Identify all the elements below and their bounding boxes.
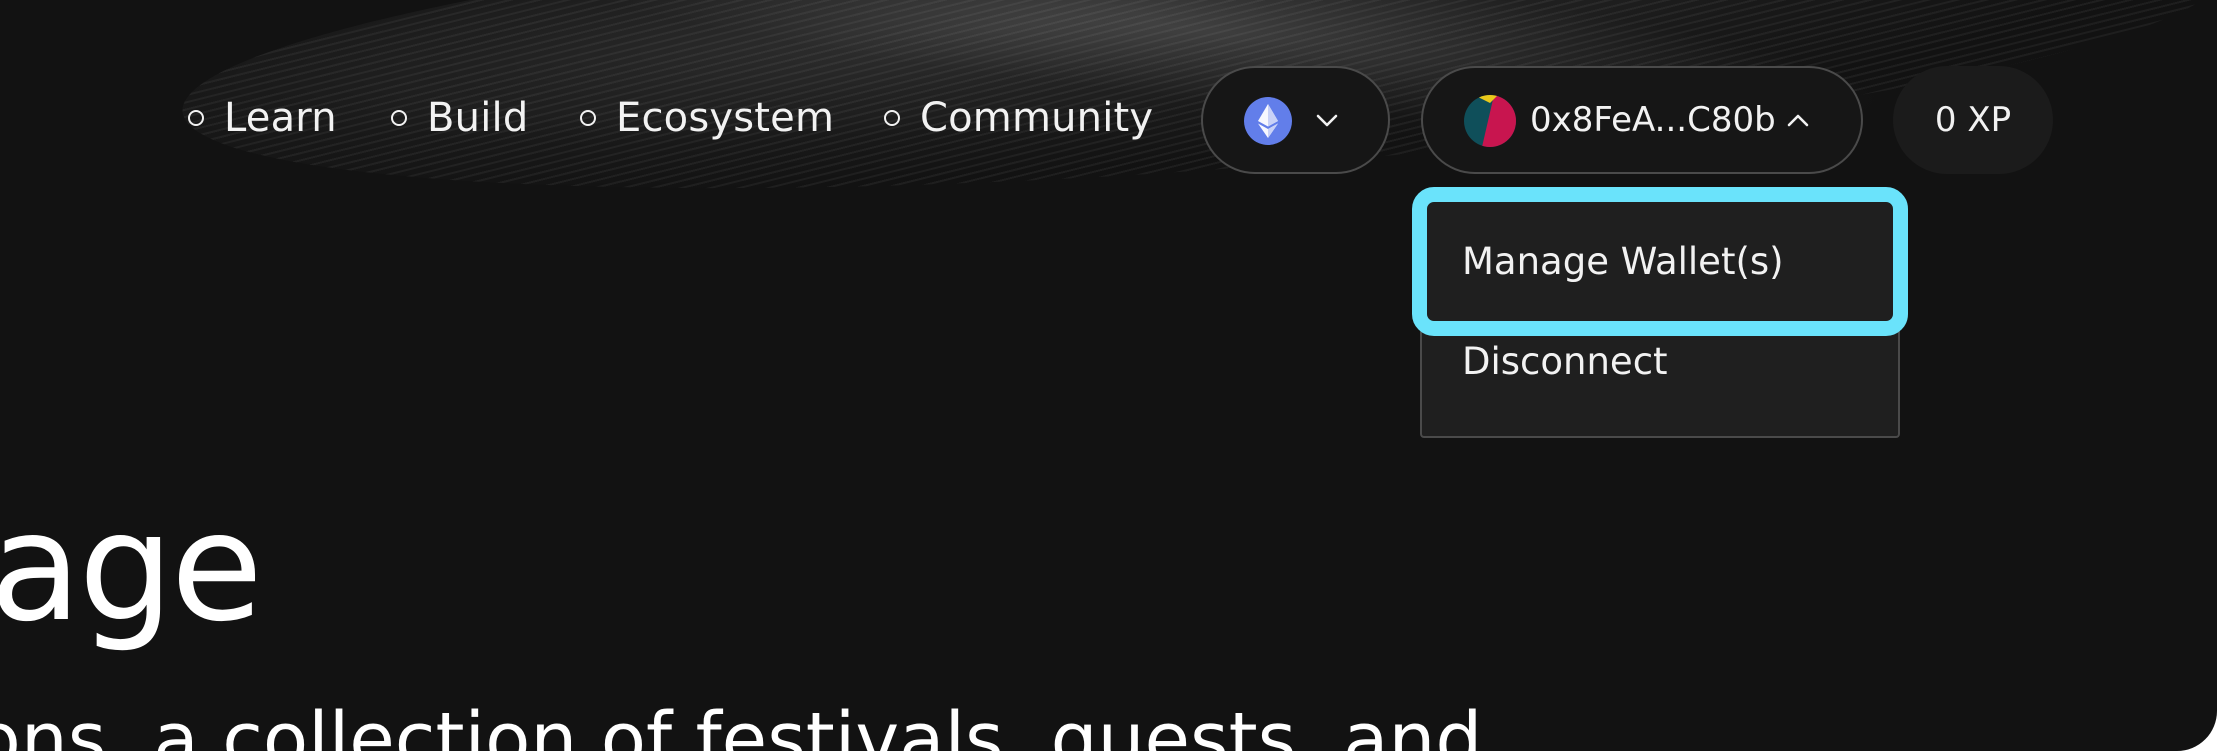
chevron-down-icon: [1316, 114, 1338, 127]
nav-item-learn[interactable]: Learn: [188, 90, 337, 146]
network-selector-button[interactable]: [1201, 66, 1390, 174]
nav-item-build[interactable]: Build: [391, 90, 528, 146]
nav-item-ecosystem[interactable]: Ecosystem: [580, 90, 834, 146]
circle-bullet-icon: [391, 110, 407, 126]
disconnect-menu-item[interactable]: Disconnect: [1462, 340, 1668, 383]
wallet-avatar: [1464, 95, 1516, 147]
circle-bullet-icon: [580, 110, 596, 126]
page-root: Learn Build Ecosystem Community 0x8FeA..…: [0, 0, 2217, 751]
ethereum-icon: [1244, 97, 1292, 145]
nav-item-community[interactable]: Community: [884, 90, 1153, 146]
wallet-address: 0x8FeA...C80b: [1530, 100, 1776, 140]
circle-bullet-icon: [188, 110, 204, 126]
wallet-account-button[interactable]: 0x8FeA...C80b: [1421, 66, 1863, 174]
xp-badge[interactable]: 0 XP: [1893, 66, 2053, 174]
nav-item-label: Build: [427, 95, 529, 141]
nav-item-label: Ecosystem: [616, 95, 835, 141]
nav-item-label: Learn: [224, 95, 337, 141]
circle-bullet-icon: [884, 110, 900, 126]
hero-subtitle: ions, a collection of festivals, quests,…: [0, 700, 1483, 751]
xp-label: 0 XP: [1934, 100, 2012, 140]
manage-wallets-menu-item[interactable]: Manage Wallet(s): [1462, 240, 1784, 283]
nav-item-label: Community: [920, 95, 1154, 141]
hero-title: age: [0, 481, 260, 655]
chevron-up-icon: [1787, 114, 1809, 127]
